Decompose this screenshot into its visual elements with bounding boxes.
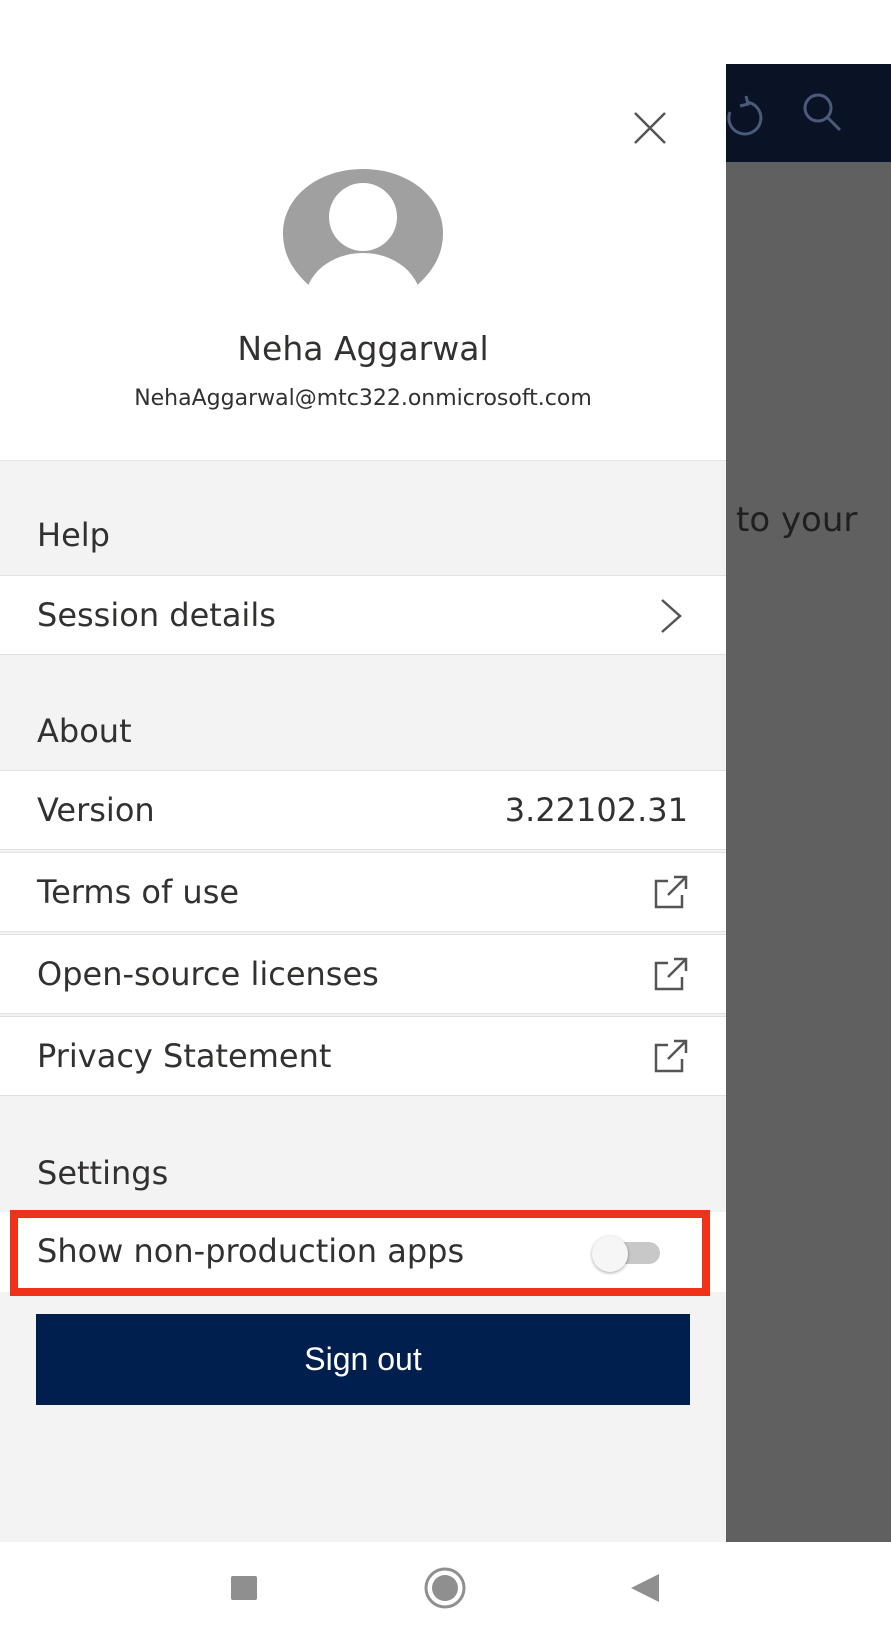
external-link-icon <box>654 957 688 991</box>
terms-of-use-row[interactable]: Terms of use <box>0 852 726 932</box>
app-header <box>726 64 891 162</box>
user-email: NehaAggarwal@mtc322.onmicrosoft.com <box>134 386 592 411</box>
account-drawer: Neha Aggarwal NehaAggarwal@mtc322.onmicr… <box>0 0 726 1542</box>
session-details-row[interactable]: Session details <box>0 575 726 655</box>
external-link-icon <box>654 875 688 909</box>
status-bar-area <box>726 0 891 64</box>
show-non-production-apps-row: Show non-production apps <box>0 1212 726 1292</box>
back-icon <box>631 1574 659 1602</box>
show-non-production-apps-label: Show non-production apps <box>37 1232 465 1270</box>
sign-out-button[interactable]: Sign out <box>36 1314 690 1405</box>
privacy-statement-label: Privacy Statement <box>37 1037 332 1075</box>
recents-button[interactable] <box>222 1566 266 1610</box>
version-value: 3.22102.31 <box>504 791 688 829</box>
search-icon[interactable] <box>798 88 846 140</box>
section-title-settings: Settings <box>37 1154 169 1192</box>
home-icon <box>424 1567 466 1609</box>
user-name: Neha Aggarwal <box>237 329 489 368</box>
system-navigation-bar <box>0 1542 891 1630</box>
version-row: Version 3.22102.31 <box>0 770 726 850</box>
toggle-knob <box>592 1236 628 1272</box>
close-icon <box>634 112 666 144</box>
section-title-about: About <box>37 712 132 750</box>
open-source-licenses-label: Open-source licenses <box>37 955 379 993</box>
version-label: Version <box>37 791 155 829</box>
chevron-right-icon <box>661 599 682 633</box>
open-source-licenses-row[interactable]: Open-source licenses <box>0 934 726 1014</box>
external-link-icon <box>654 1039 688 1073</box>
background-text: to your <box>736 500 858 540</box>
recents-icon <box>231 1576 257 1600</box>
home-button[interactable] <box>423 1566 467 1610</box>
avatar <box>283 169 443 289</box>
session-details-label: Session details <box>37 596 276 634</box>
close-button[interactable] <box>626 104 674 152</box>
profile-section: Neha Aggarwal NehaAggarwal@mtc322.onmicr… <box>0 0 726 461</box>
back-button[interactable] <box>622 1566 666 1610</box>
background-app-overlay[interactable]: to your <box>726 0 891 1542</box>
section-title-help: Help <box>37 516 110 554</box>
privacy-statement-row[interactable]: Privacy Statement <box>0 1016 726 1096</box>
terms-of-use-label: Terms of use <box>37 873 240 911</box>
show-non-production-apps-toggle[interactable] <box>592 1236 664 1272</box>
